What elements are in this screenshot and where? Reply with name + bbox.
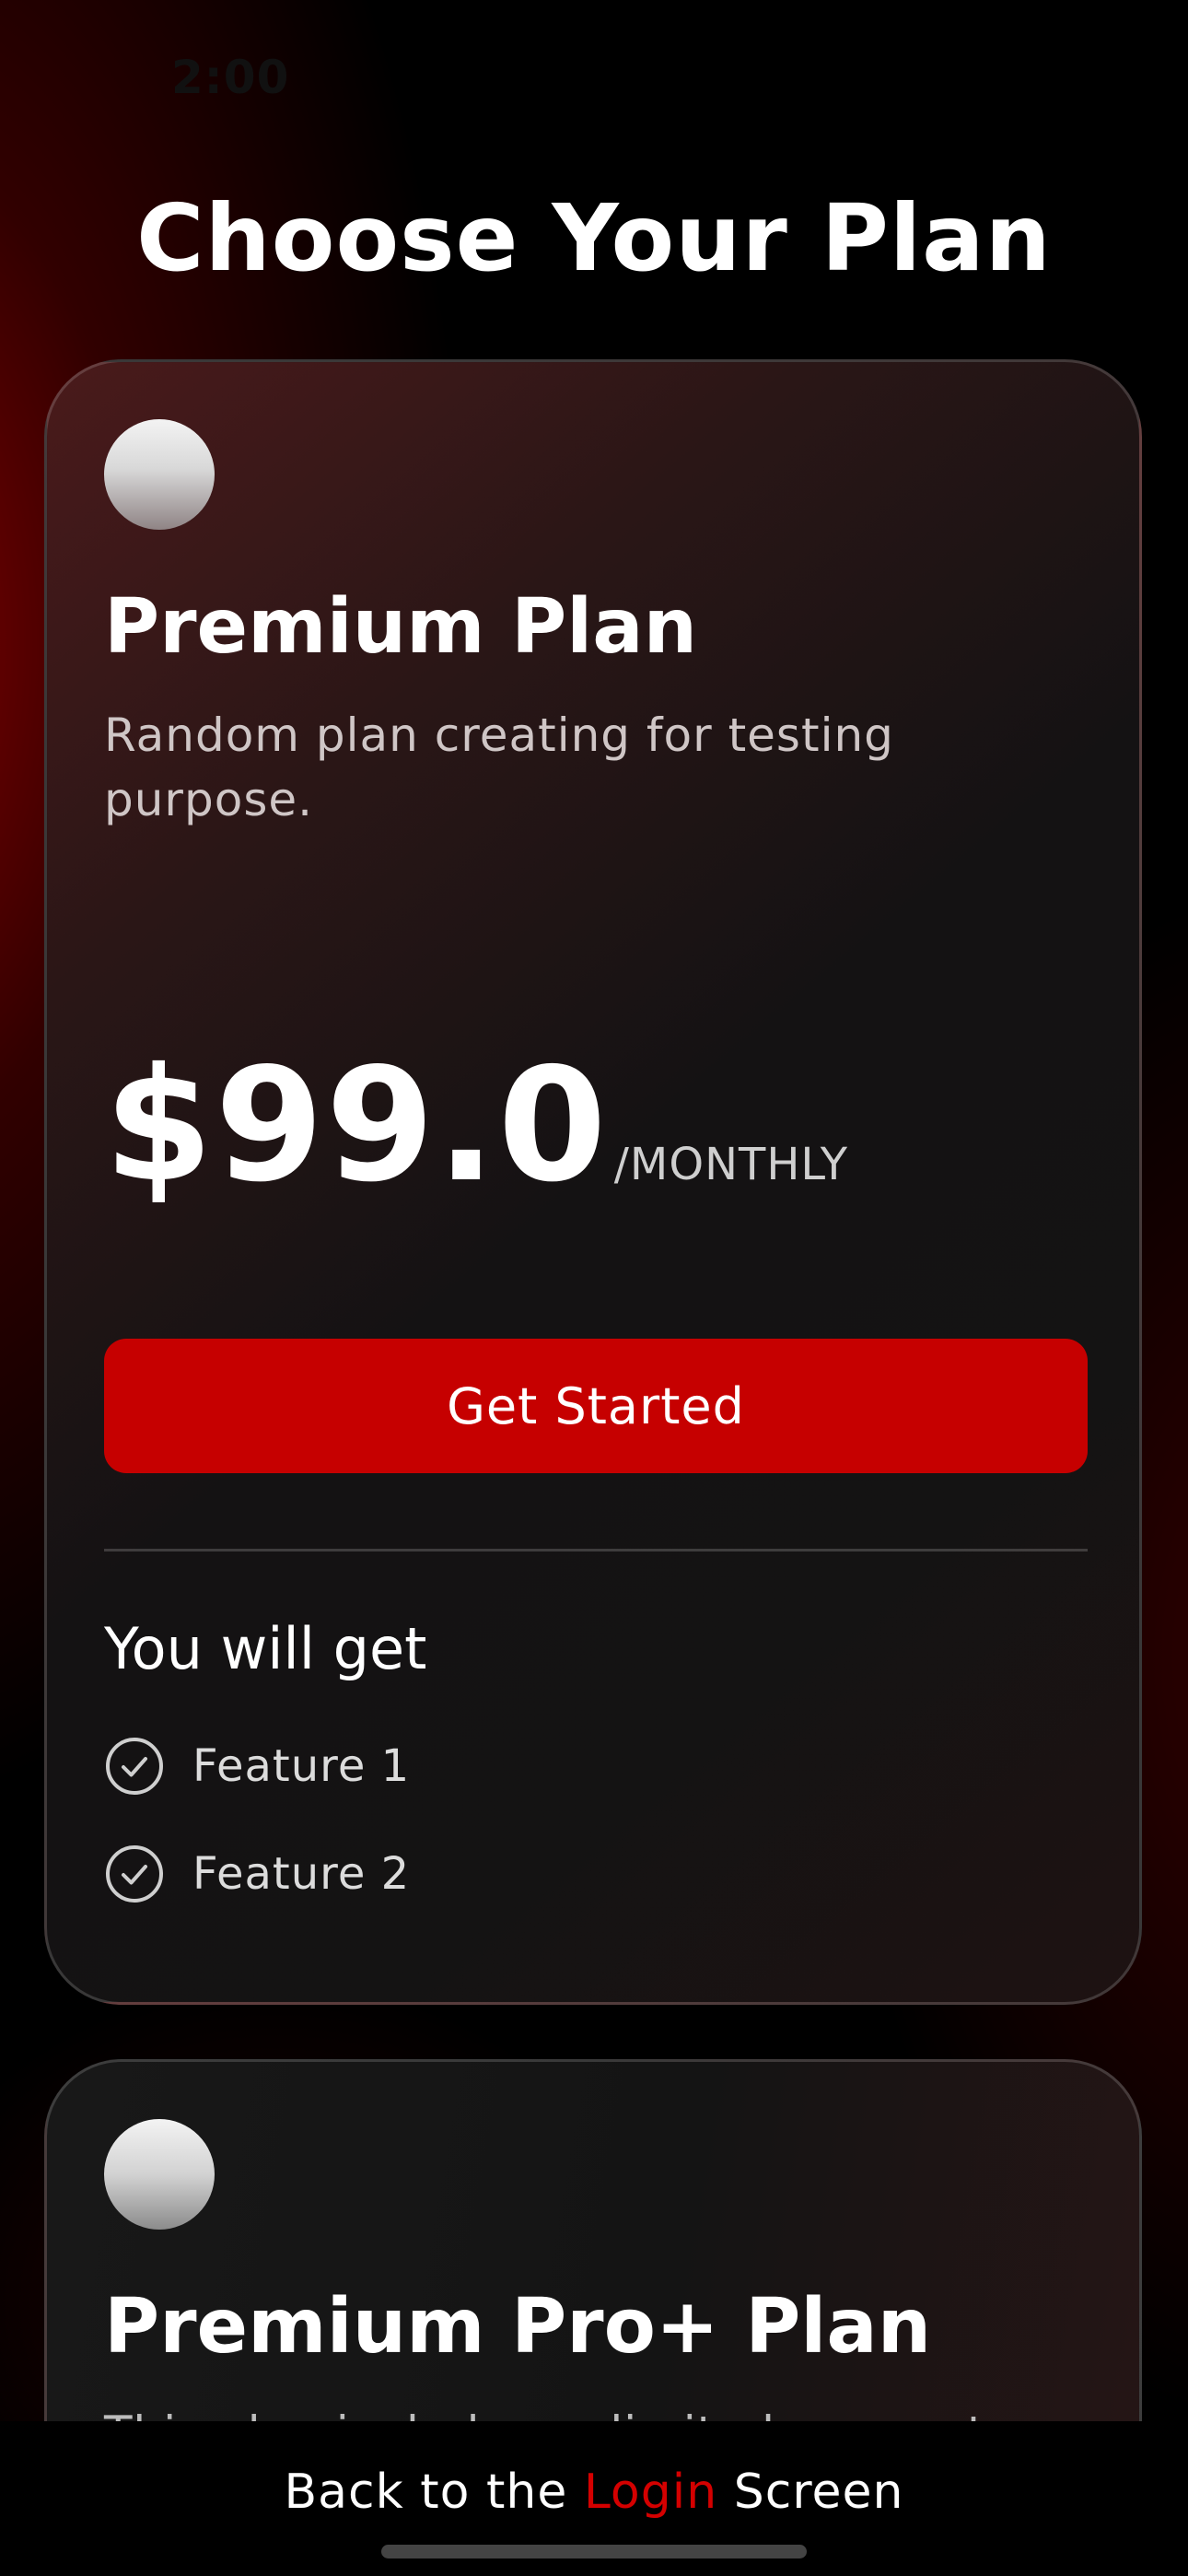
feature-item: Feature 2 [104, 1841, 410, 1907]
feature-label: Feature 1 [192, 1740, 411, 1792]
footer-prefix: Back to the [284, 2465, 584, 2520]
login-link[interactable]: Login [584, 2465, 717, 2520]
plan-name: Premium Pro+ Plan [104, 2283, 932, 2371]
plan-name: Premium Plan [104, 583, 697, 671]
plan-avatar [104, 419, 215, 530]
check-circle-icon [106, 1738, 163, 1795]
footer-back-to-login: Back to the Login Screen [0, 2465, 1188, 2520]
billing-period: /MONTHLY [613, 1139, 849, 1190]
divider [104, 1549, 1088, 1551]
benefits-heading: You will get [104, 1615, 427, 1682]
price-row: $99.0/MONTHLY [104, 1035, 848, 1217]
plan-selection-screen: 2:00 Choose Your Plan Premium Plan Rando… [0, 0, 1188, 2576]
dynamic-island [422, 31, 764, 133]
plan-price: $99.0 [104, 1035, 609, 1217]
plan-avatar [104, 2119, 215, 2230]
home-indicator[interactable] [381, 2545, 807, 2558]
feature-item: Feature 1 [104, 1733, 410, 1799]
check-circle-icon [106, 1845, 163, 1903]
plan-description: Random plan creating for testing purpose… [104, 708, 894, 826]
footer-suffix: Screen [717, 2465, 904, 2520]
plan-card-premium: Premium Plan Random plan creating for te… [44, 359, 1142, 2005]
status-bar-time: 2:00 [171, 51, 290, 104]
page-title: Choose Your Plan [136, 184, 1052, 292]
get-started-button[interactable]: Get Started [104, 1339, 1088, 1473]
feature-label: Feature 2 [192, 1848, 411, 1900]
